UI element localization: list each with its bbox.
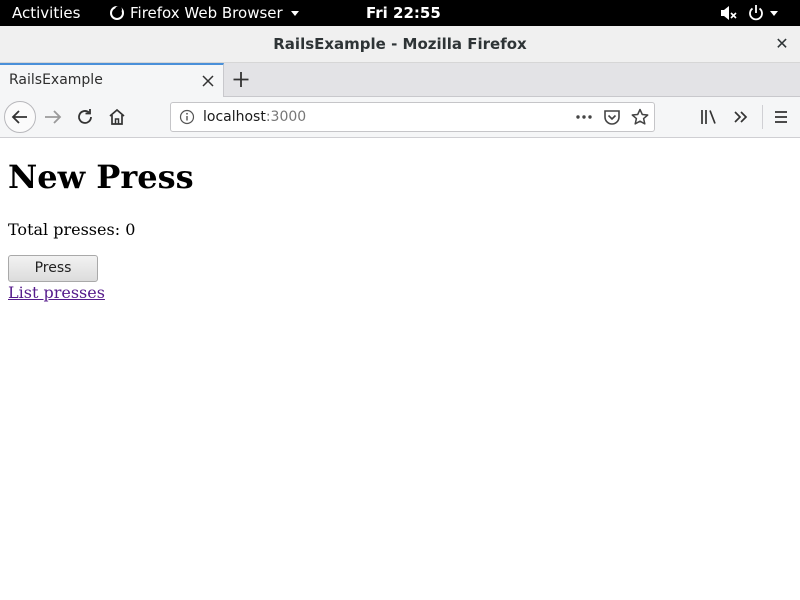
tab-label: RailsExample <box>9 72 103 88</box>
tab-strip: RailsExample <box>0 63 800 97</box>
tab-railsexample[interactable]: RailsExample <box>0 63 224 97</box>
window-title: RailsExample - Mozilla Firefox <box>273 35 527 53</box>
system-top-bar: Activities Firefox Web Browser Fri 22:55 <box>0 0 800 26</box>
page-title: New Press <box>8 158 194 196</box>
home-button[interactable] <box>104 105 130 129</box>
window-title-bar: RailsExample - Mozilla Firefox ✕ <box>0 26 800 63</box>
clock[interactable]: Fri 22:55 <box>366 0 441 26</box>
total-presses-text: Total presses: 0 <box>8 220 135 239</box>
list-presses-link[interactable]: List presses <box>8 283 105 302</box>
power-menu[interactable] <box>748 0 778 26</box>
page-content: New Press Total presses: 0 Press List pr… <box>0 138 800 600</box>
main-menu-button[interactable] <box>769 105 793 129</box>
pocket-icon[interactable] <box>601 107 623 127</box>
overflow-chevron-icon <box>734 111 748 123</box>
url-text[interactable]: localhost:3000 <box>203 109 306 125</box>
library-icon <box>701 110 716 124</box>
reload-button[interactable] <box>72 105 98 129</box>
plus-icon <box>233 72 249 87</box>
info-icon[interactable] <box>179 109 195 125</box>
volume-muted-icon[interactable] <box>720 0 738 26</box>
forward-button[interactable] <box>40 105 66 129</box>
activities-button[interactable]: Activities <box>12 0 80 26</box>
window-close-button[interactable]: ✕ <box>770 32 794 56</box>
url-bar[interactable]: localhost:3000 <box>170 102 655 132</box>
more-dots-icon[interactable] <box>573 107 595 127</box>
total-presses-value: 0 <box>125 220 136 239</box>
navigation-toolbar: localhost:3000 <box>0 97 800 138</box>
reload-icon <box>78 109 92 124</box>
power-icon <box>749 5 763 21</box>
back-button[interactable] <box>4 101 36 133</box>
chevron-down-icon <box>290 10 299 16</box>
close-icon: ✕ <box>775 34 789 53</box>
hamburger-menu-icon <box>775 111 787 123</box>
tab-close-button[interactable] <box>199 70 217 90</box>
app-menu-label: Firefox Web Browser <box>130 4 283 22</box>
home-icon <box>109 108 125 125</box>
chevron-down-icon <box>770 10 778 16</box>
new-tab-button[interactable] <box>229 65 253 93</box>
back-arrow-icon <box>11 110 27 124</box>
overflow-menu-button[interactable] <box>728 105 754 129</box>
url-port: :3000 <box>265 109 307 125</box>
press-button[interactable]: Press <box>8 255 98 282</box>
url-host: localhost <box>203 109 266 125</box>
firefox-icon <box>110 6 124 20</box>
close-icon <box>202 75 214 87</box>
star-icon[interactable] <box>629 107 651 127</box>
app-menu[interactable]: Firefox Web Browser <box>110 0 299 26</box>
library-button[interactable] <box>696 105 722 129</box>
forward-arrow-icon <box>45 110 62 124</box>
total-presses-label: Total presses: <box>8 220 121 239</box>
toolbar-separator <box>762 105 763 129</box>
